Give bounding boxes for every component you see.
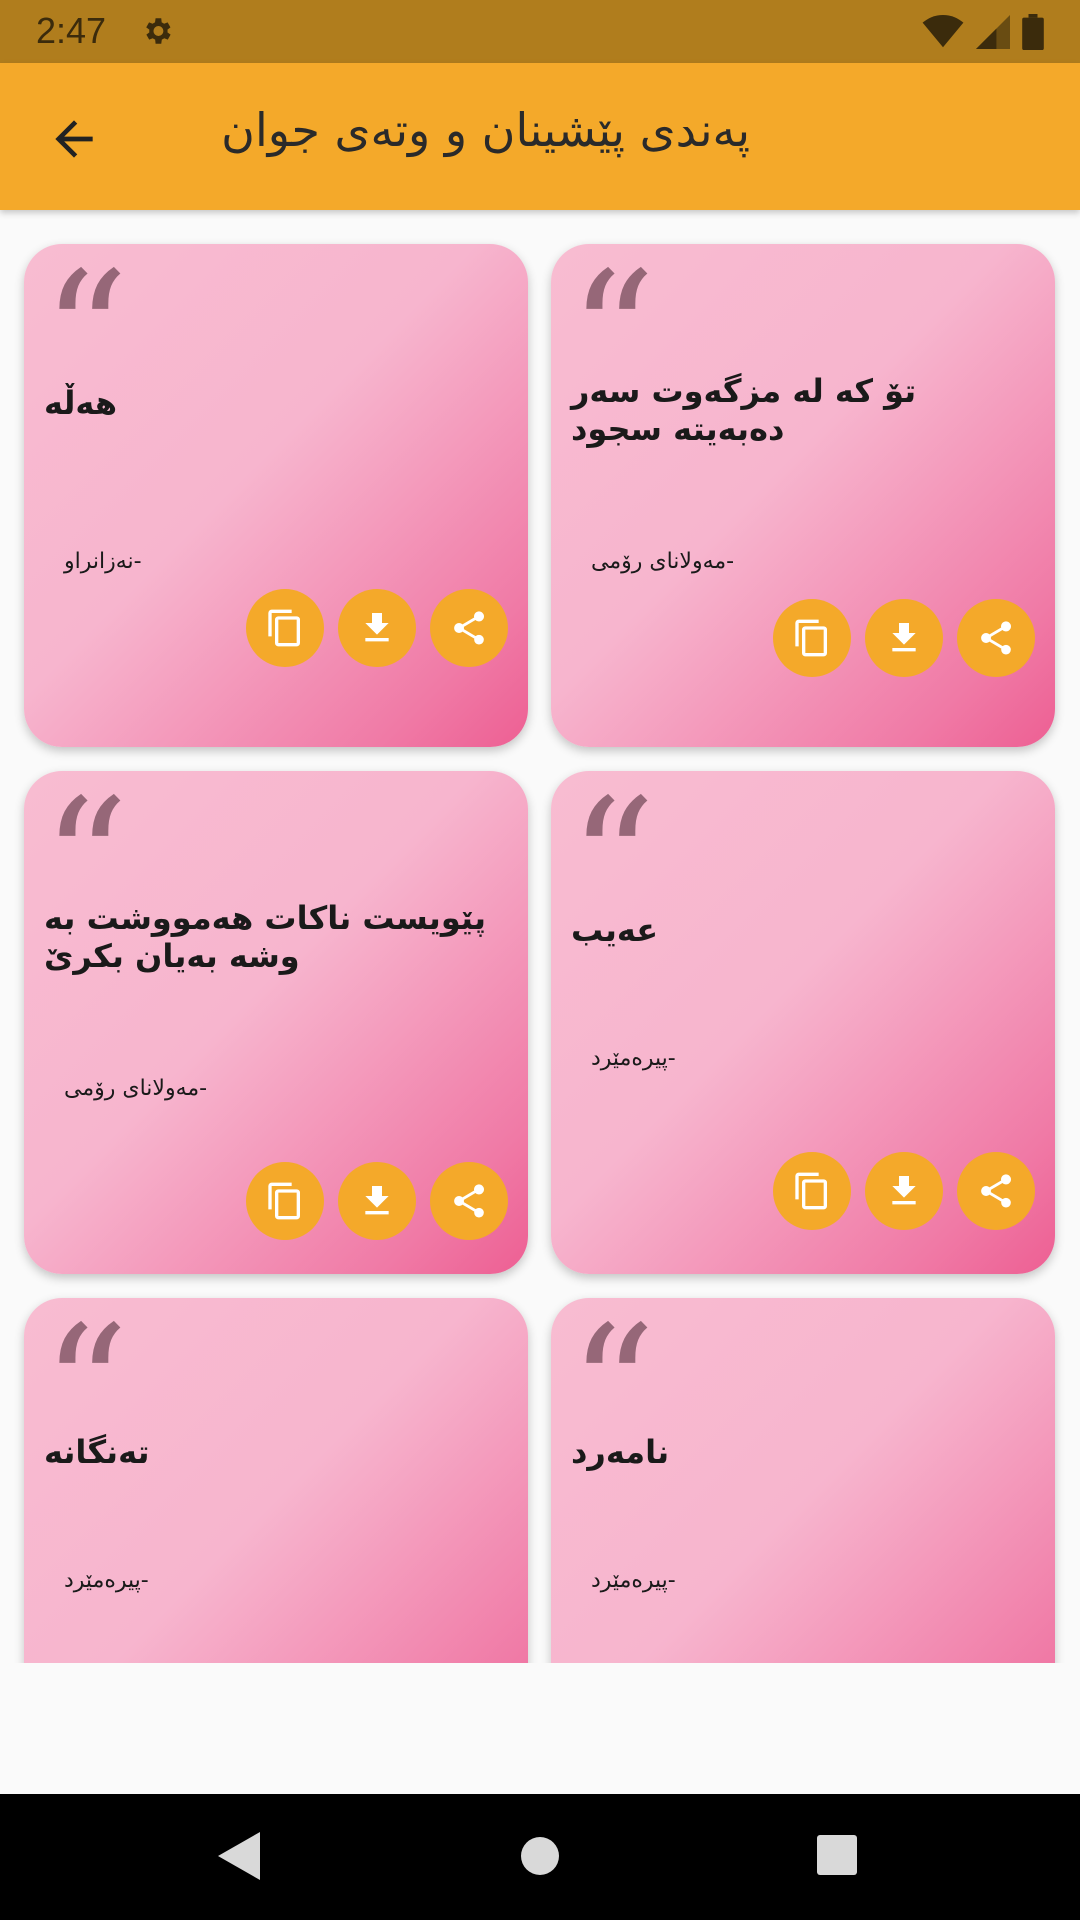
copy-icon: [268, 1182, 300, 1220]
download-icon: [892, 623, 916, 652]
card-actions: [246, 589, 508, 667]
quote-card: “ تەنگانە -پیرەمێرد: [24, 1298, 528, 1663]
status-time: 2:47: [36, 10, 107, 51]
quote-text: تەنگانە: [44, 1433, 150, 1471]
download-button[interactable]: [338, 1162, 416, 1240]
quote-card: “ هەڵە -نەزانراو: [24, 244, 528, 747]
share-button[interactable]: [430, 1162, 508, 1240]
status-bar: 2:47: [0, 0, 1080, 63]
copy-button[interactable]: [773, 1152, 851, 1230]
share-button[interactable]: [957, 599, 1035, 677]
quote-author: -مەولانای رۆمی: [591, 549, 735, 574]
quote-card: “ عەیب -پیرەمێرد: [551, 771, 1055, 1274]
download-icon: [365, 613, 389, 642]
copy-button[interactable]: [773, 599, 851, 677]
download-button[interactable]: [865, 1152, 943, 1230]
quote-mark-icon: “: [42, 244, 129, 434]
share-icon: [981, 621, 1011, 655]
quote-card: “ تۆ کە لە مزگەوت سەر دەبەیتە سجود -مەول…: [551, 244, 1055, 747]
battery-icon: [1022, 14, 1044, 50]
copy-button[interactable]: [246, 1162, 324, 1240]
quote-text: عەیب: [571, 911, 659, 949]
quote-mark-icon: “: [42, 1298, 129, 1488]
share-icon: [981, 1174, 1011, 1208]
gear-icon: [146, 18, 171, 44]
quote-mark-icon: “: [569, 771, 656, 961]
copy-icon: [795, 619, 827, 657]
quote-card: “ پێویست ناکات هەمووشت بە وشە بەیان بکرێ…: [24, 771, 528, 1274]
arrow-back-icon[interactable]: [44, 111, 104, 167]
quote-text: پێویست ناکات هەمووشت بە وشە بەیان بکرێ: [44, 899, 486, 975]
quote-author: -نەزانراو: [64, 549, 142, 574]
share-button[interactable]: [430, 589, 508, 667]
wifi-icon: [922, 15, 964, 48]
back-triangle-icon[interactable]: [218, 1832, 260, 1880]
copy-icon: [268, 609, 300, 647]
page-title: پەندی پێشینان و وتەی جوان: [221, 103, 750, 157]
app-bar: پەندی پێشینان و وتەی جوان: [0, 63, 1080, 210]
quote-text: نامەرد: [571, 1433, 670, 1471]
system-nav-bar: [0, 1794, 1080, 1920]
card-actions: [246, 1162, 508, 1240]
share-icon: [454, 611, 484, 645]
quote-text: هەڵە: [44, 384, 118, 422]
copy-button[interactable]: [246, 589, 324, 667]
recents-square-icon[interactable]: [817, 1832, 859, 1880]
download-button[interactable]: [865, 599, 943, 677]
card-actions: [773, 1152, 1035, 1230]
quote-mark-icon: “: [569, 1298, 656, 1488]
copy-icon: [795, 1172, 827, 1210]
quote-author: -پیرەمێرد: [591, 1046, 676, 1071]
download-icon: [365, 1186, 389, 1215]
download-icon: [892, 1176, 916, 1205]
share-button[interactable]: [957, 1152, 1035, 1230]
quote-author: -مەولانای رۆمی: [64, 1076, 208, 1101]
quote-author: -پیرەمێرد: [591, 1568, 676, 1593]
quote-mark-icon: “: [42, 771, 129, 961]
card-actions: [773, 599, 1035, 677]
download-button[interactable]: [338, 589, 416, 667]
quote-mark-icon: “: [569, 244, 656, 434]
signal-icon: [976, 15, 1010, 49]
quotes-grid: “ هەڵە -نەزانراو “ تۆ کە لە مزگەوت سەر د…: [0, 210, 1080, 1663]
quote-author: -پیرەمێرد: [64, 1568, 149, 1593]
quote-card: “ نامەرد -پیرەمێرد: [551, 1298, 1055, 1663]
quote-text: تۆ کە لە مزگەوت سەر دەبەیتە سجود: [571, 372, 917, 448]
share-icon: [454, 1184, 484, 1218]
home-circle-icon[interactable]: [520, 1832, 560, 1880]
